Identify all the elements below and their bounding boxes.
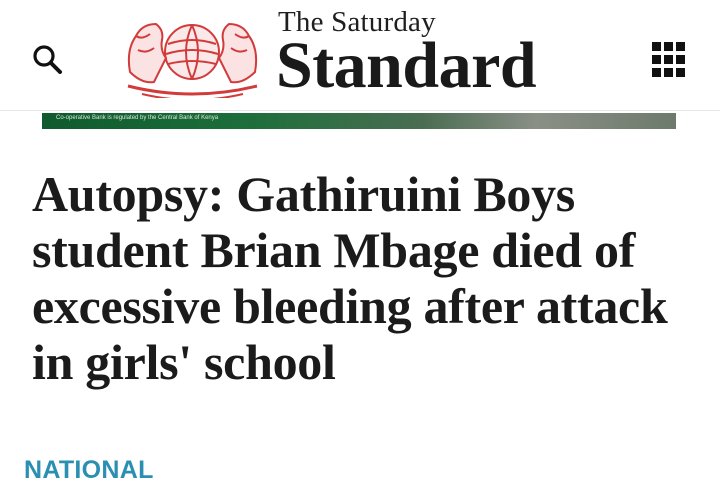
search-icon xyxy=(33,45,62,74)
ad-disclaimer: Co-operative Bank is regulated by the Ce… xyxy=(56,115,219,121)
coat-of-arms-logo[interactable] xyxy=(120,10,265,101)
advertisement-banner[interactable]: Co-operative Bank is regulated by the Ce… xyxy=(42,113,676,129)
site-header: The Saturday Standard xyxy=(0,0,720,111)
article-category-link[interactable]: NATIONAL xyxy=(24,456,154,485)
article-headline: Autopsy: Gathiruini Boys student Brian M… xyxy=(32,166,668,390)
search-button[interactable] xyxy=(28,40,68,80)
masthead-title: Standard xyxy=(276,29,537,102)
masthead[interactable]: The Saturday Standard xyxy=(276,6,616,106)
grid-menu-icon[interactable] xyxy=(652,42,688,78)
